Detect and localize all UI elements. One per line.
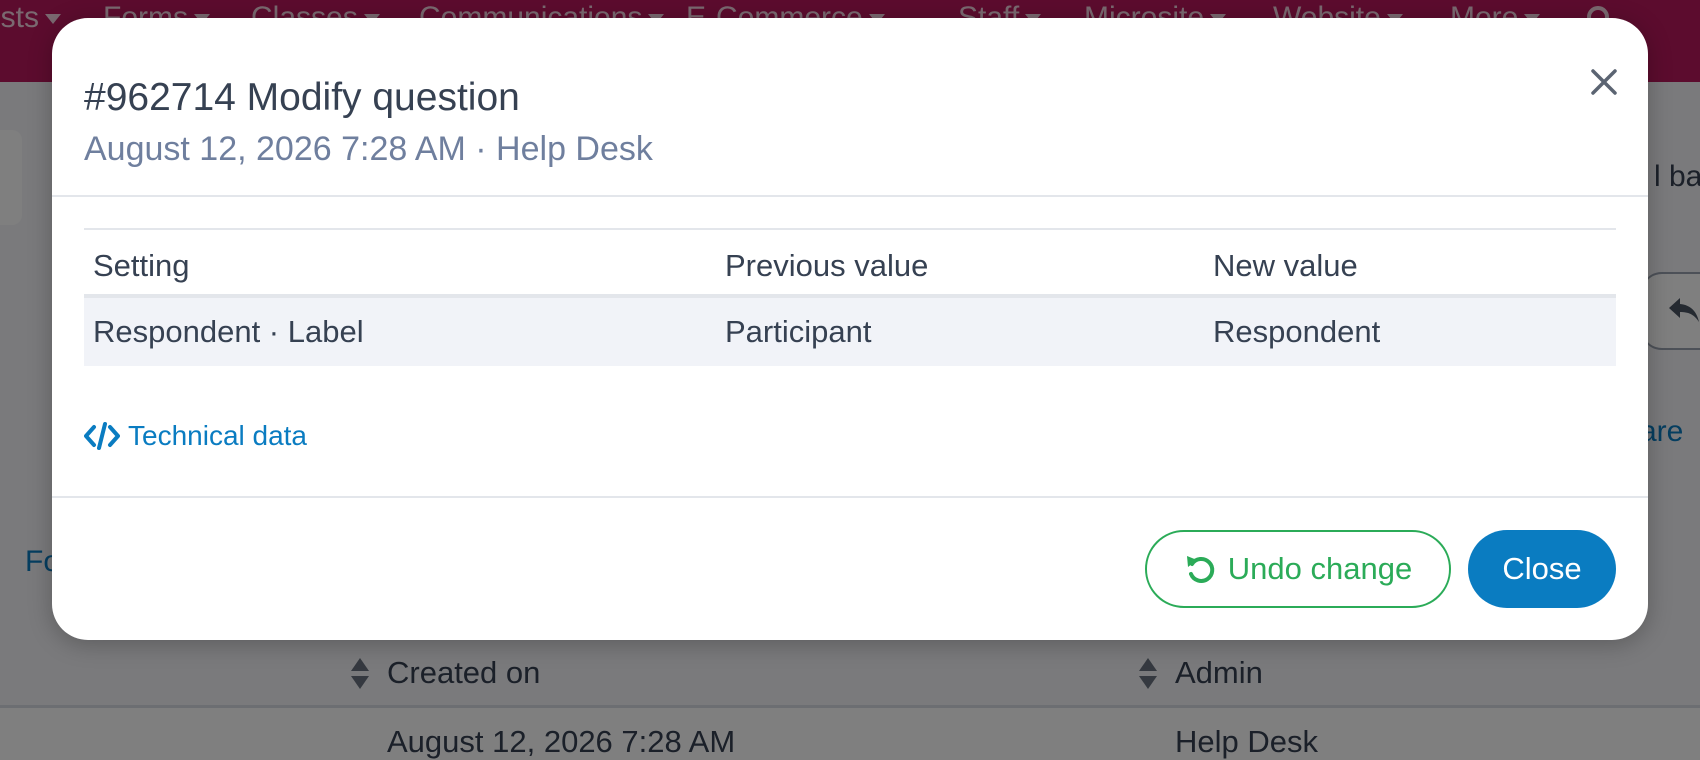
cell-setting: Respondent · Label [93, 314, 364, 349]
code-icon [84, 422, 120, 450]
modal-title: #962714 Modify question [84, 76, 520, 119]
column-header-setting: Setting [93, 248, 190, 283]
undo-change-label: Undo change [1227, 551, 1413, 586]
technical-data-label: Technical data [128, 420, 308, 451]
column-header-previous-value: Previous value [725, 248, 929, 283]
undo-icon [1186, 556, 1214, 583]
table-row: Respondent · Label Participant Responden… [84, 298, 1616, 366]
close-icon[interactable] [1582, 60, 1626, 104]
modal-subtitle: August 12, 2026 7:28 AM · Help Desk [84, 130, 653, 168]
table-header: Setting Previous value New value [84, 228, 1616, 298]
column-header-new-value: New value [1213, 248, 1358, 283]
divider [52, 195, 1648, 197]
divider [52, 496, 1648, 498]
cell-new-value: Respondent [1213, 314, 1381, 349]
close-button[interactable]: Close [1468, 530, 1616, 608]
cell-previous-value: Participant [725, 314, 872, 349]
changes-table: Setting Previous value New value Respond… [84, 228, 1616, 366]
technical-data-link[interactable]: Technical data [84, 418, 307, 454]
change-detail-modal: #962714 Modify question August 12, 2026 … [52, 18, 1648, 640]
undo-change-button[interactable]: Undo change [1145, 530, 1451, 608]
